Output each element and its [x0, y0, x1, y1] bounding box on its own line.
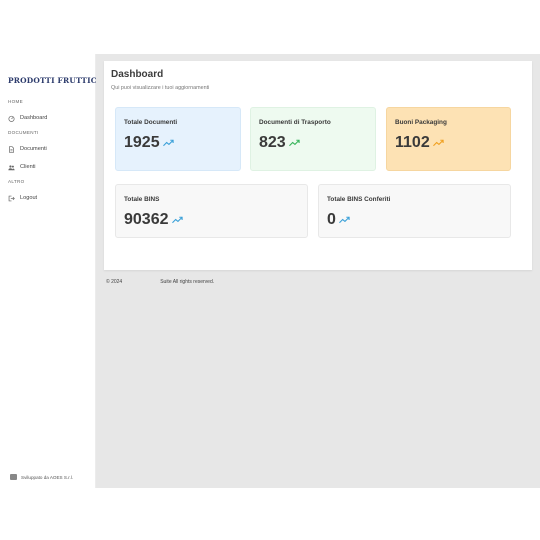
stat-value-row: 0: [327, 211, 350, 229]
company-icon: [10, 474, 17, 480]
stat-card-buoni-packaging: Buoni Packaging 1102: [386, 107, 511, 171]
stat-card-documenti-trasporto: Documenti di Trasporto 823: [250, 107, 376, 171]
sidebar-item-dashboard[interactable]: Dashboard: [8, 112, 90, 124]
stat-label: Totale Documenti: [124, 119, 178, 126]
developer-credit-label: Sviluppato da AOES S.r.l.: [21, 474, 74, 480]
stat-value-row: 823: [259, 134, 300, 152]
stat-value: 0: [327, 211, 336, 228]
stat-value: 1925: [124, 134, 160, 151]
sidebar-item-label: Dashboard: [20, 115, 48, 121]
logout-icon: [8, 195, 15, 202]
section-label-altro: ALTRO: [8, 179, 25, 184]
dashboard-panel: Dashboard Qui puoi visualizzare i tuoi a…: [104, 61, 532, 270]
trending-up-icon: [162, 139, 174, 147]
stat-label: Buoni Packaging: [395, 119, 447, 126]
section-label-home: HOME: [8, 99, 23, 104]
stat-value: 90362: [124, 211, 169, 228]
stat-label: Documenti di Trasporto: [259, 119, 331, 126]
stat-label: Totale BINS: [124, 196, 160, 203]
stat-value: 823: [259, 134, 286, 151]
stat-label: Totale BINS Conferiti: [327, 196, 391, 203]
stat-value-row: 1102: [395, 134, 444, 152]
sidebar-item-label: Documenti: [20, 146, 47, 152]
main-content: Dashboard Qui puoi visualizzare i tuoi a…: [96, 54, 540, 488]
stat-value-row: 90362: [124, 211, 183, 229]
sidebar-item-label: Logout: [20, 195, 38, 201]
developer-credit: Sviluppato da AOES S.r.l.: [10, 474, 73, 480]
sidebar-item-logout[interactable]: Logout: [8, 192, 90, 204]
trending-up-icon: [288, 139, 300, 147]
sidebar-item-label: Clienti: [20, 164, 36, 170]
page-footer: © 2024 Suite All rights reserved.: [106, 279, 214, 285]
stat-value-row: 1925: [124, 134, 174, 152]
page-subtitle: Qui puoi visualizzare i tuoi aggiornamen…: [111, 85, 210, 91]
copyright-text: Suite All rights reserved.: [160, 279, 215, 285]
stat-value: 1102: [395, 134, 430, 151]
trending-up-icon: [338, 216, 350, 224]
dashboard-icon: [8, 115, 15, 122]
sidebar: PRODOTTI FRUTTICOLI HOME Dashboard DOCUM…: [0, 54, 112, 488]
sidebar-item-clienti[interactable]: Clienti: [8, 161, 90, 173]
copyright-year: © 2024: [106, 279, 123, 285]
document-icon: [8, 145, 15, 153]
sidebar-item-documenti[interactable]: Documenti: [8, 143, 90, 155]
stat-card-totale-documenti: Totale Documenti 1925: [115, 107, 241, 171]
trending-up-icon: [432, 139, 444, 147]
stat-card-totale-bins-conferiti: Totale BINS Conferiti 0: [318, 184, 511, 238]
trending-up-icon: [171, 216, 183, 224]
section-label-documenti: DOCUMENTI: [8, 130, 39, 135]
users-icon: [8, 164, 15, 171]
page-title: Dashboard: [111, 69, 164, 80]
stat-card-totale-bins: Totale BINS 90362: [115, 184, 308, 238]
